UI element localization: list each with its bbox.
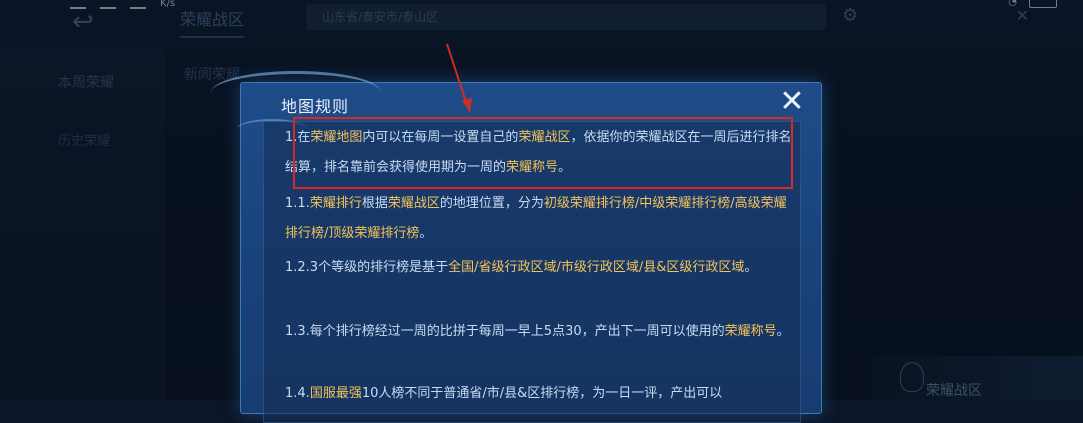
rule-item: 1.4.国服最强10人榜不同于普通省/市/县&区排行榜，为一日一评，产出可以 <box>285 379 795 409</box>
rule-item: 1.2.3个等级的排行榜是基于全国/省级行政区域/市级行政区域/县&区级行政区域… <box>285 253 795 283</box>
rule-text: 。 <box>744 260 758 275</box>
rule-text: 根据 <box>361 196 388 211</box>
highlight-term: 荣耀称号 <box>724 324 777 339</box>
highlight-term: 荣耀战区 <box>387 196 440 211</box>
rule-item: 1.1.荣耀排行根据荣耀战区的地理位置，分为初级荣耀排行榜/中级荣耀排行榜/高级… <box>285 189 795 249</box>
rule-text: 1.1. <box>285 196 310 211</box>
highlight-term: 荣耀排行 <box>309 196 362 211</box>
rule-text: 。 <box>419 226 433 241</box>
dialog-title: 地图规则 <box>281 97 350 116</box>
highlight-term: 国服最强 <box>309 386 362 401</box>
rule-text: 10人榜不同于普通省/市/县&区排行榜，为一日一评，产出可以 <box>361 386 723 401</box>
rule-text: 1.3.每个排行榜经过一周的比拼于每周一早上5点30，产出下一周可以使用的 <box>285 324 725 339</box>
rule-text: 1.2.3个等级的排行榜是基于 <box>285 260 449 275</box>
rule-text: 1.4. <box>285 386 310 401</box>
annotation-highlight-box <box>293 117 793 189</box>
map-rules-dialog: 地图规则 ✕ 1.在荣耀地图内可以在每周一设置自己的荣耀战区，依据你的荣耀战区在… <box>211 71 822 423</box>
rule-text: 。 <box>776 324 790 339</box>
close-icon[interactable]: ✕ <box>777 87 807 117</box>
rule-item: 1.3.每个排行榜经过一周的比拼于每周一早上5点30，产出下一周可以使用的荣耀称… <box>285 317 795 347</box>
rule-text: 的地理位置，分为 <box>439 196 544 211</box>
highlight-term: 全国/省级行政区域/市级行政区域/县&区级行政区域 <box>448 260 745 275</box>
